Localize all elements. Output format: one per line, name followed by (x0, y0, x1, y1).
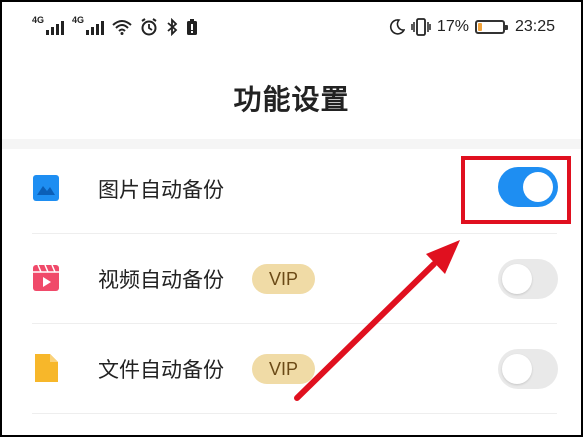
setting-row-file-backup: 文件自动备份 VIP (2, 324, 581, 414)
network-type-label: 4G (72, 15, 85, 25)
status-right: 17% 23:25 (389, 18, 555, 36)
row-divider (32, 413, 557, 414)
video-backup-toggle[interactable] (498, 259, 558, 299)
battery-icon (474, 20, 508, 34)
battery-fill (477, 23, 482, 31)
status-left: 4G 4G (32, 15, 198, 36)
signal-icon: 4G (32, 15, 64, 35)
vip-badge: VIP (252, 354, 315, 384)
battery-percent: 17% (436, 18, 469, 35)
network-type-label: 4G (32, 15, 45, 25)
battery-alert-icon (186, 18, 198, 36)
file-icon (32, 353, 60, 383)
setting-label: 文件自动备份 (98, 358, 224, 382)
toggle-knob (502, 264, 532, 294)
file-backup-toggle[interactable] (498, 349, 558, 389)
alarm-icon (140, 18, 158, 36)
video-icon (32, 263, 60, 293)
vibrate-icon (411, 18, 431, 36)
toggle-knob (502, 354, 532, 384)
wifi-icon (112, 19, 132, 35)
vip-badge: VIP (252, 264, 315, 294)
setting-label: 图片自动备份 (98, 178, 224, 202)
bluetooth-icon (166, 18, 178, 36)
signal-icon: 4G (72, 15, 104, 35)
setting-label: 视频自动备份 (98, 268, 224, 292)
page-title: 功能设置 (233, 83, 350, 116)
setting-row-video-backup: 视频自动备份 VIP (2, 234, 581, 324)
highlight-box (461, 156, 571, 224)
status-bar: 4G 4G 17% 23:25 (2, 2, 581, 60)
moon-icon (389, 19, 405, 35)
clock: 23:25 (514, 18, 555, 35)
image-icon (32, 173, 60, 203)
